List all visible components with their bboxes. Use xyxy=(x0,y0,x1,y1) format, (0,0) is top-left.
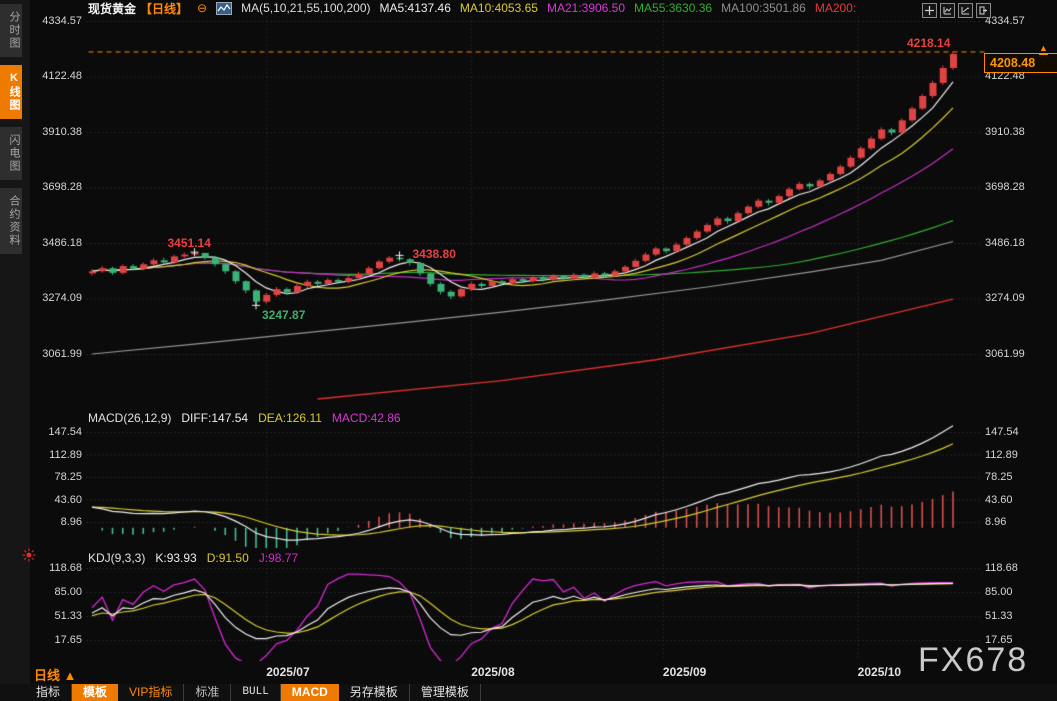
kdj-header: KDJ(9,3,3) K:93.93 D:91.50 J:98.77 xyxy=(88,551,298,565)
price-axis-label: 3910.38 xyxy=(28,126,82,138)
price-axis-label: 3061.99 xyxy=(28,348,82,360)
toolbar-item-另存模板[interactable]: 另存模板 xyxy=(339,684,410,701)
window-toolbar xyxy=(922,3,991,18)
macd-axis-label: 43.60 xyxy=(28,494,82,506)
sidebar-tab-K线图[interactable]: K线图 xyxy=(0,65,22,119)
kdj-axis-label: 85.00 xyxy=(28,586,82,598)
period-tag[interactable]: 【日线】 xyxy=(140,0,188,17)
price-annotation: 3451.14 xyxy=(168,236,211,250)
price-axis-label: 3061.99 xyxy=(985,348,1039,360)
macd-axis-label: 147.54 xyxy=(985,426,1039,438)
left-sidebar: 分时图 K线图闪电图合约资料 xyxy=(0,0,30,684)
kdj-axis-label: 85.00 xyxy=(985,586,1039,598)
chart-canvas[interactable] xyxy=(0,0,1057,684)
toolbar-item-指标[interactable]: 指标 xyxy=(25,684,72,701)
collapse-icon[interactable]: ⊖ xyxy=(197,3,207,13)
macd-axis-label: 112.89 xyxy=(28,449,82,461)
macd-diff-value: DIFF:147.54 xyxy=(181,411,248,425)
chart-type-icon[interactable] xyxy=(216,2,232,15)
sidebar-tab-合约资料[interactable]: 合约资料 xyxy=(0,188,22,254)
kdj-axis-label: 118.68 xyxy=(985,562,1039,574)
ma-values: MA5:4137.46 MA10:4053.65 MA21:3906.50 MA55:… xyxy=(380,1,857,15)
macd-axis-label: 112.89 xyxy=(985,449,1039,461)
toolbar-item-模板[interactable]: 模板 xyxy=(72,684,118,701)
price-axis-label: 4334.57 xyxy=(985,15,1039,27)
drawing-pane-icon[interactable] xyxy=(958,3,973,18)
detach-window-icon[interactable] xyxy=(976,3,991,18)
ma-value: MA100:3501.86 xyxy=(721,1,806,15)
sidebar-tab-分时图[interactable]: 分时图 xyxy=(0,4,22,57)
kdj-k-value: K:93.93 xyxy=(155,551,196,565)
chart-header: 现货黄金 【日线】 ⊖ MA(5,10,21,55,100,200) MA5:4… xyxy=(88,1,856,15)
x-axis-date: 2025/10 xyxy=(858,665,901,679)
kdj-axis-label: 51.33 xyxy=(28,610,82,622)
bottom-toolbar: 指标模板VIP指标标准BULLMACD另存模板管理模板 xyxy=(0,684,1057,701)
ma-value: MA5:4137.46 xyxy=(380,1,451,15)
kdj-d-value: D:91.50 xyxy=(207,551,249,565)
kdj-axis-label: 118.68 xyxy=(28,562,82,574)
macd-axis-label: 8.96 xyxy=(985,516,1039,528)
macd-axis-label: 78.25 xyxy=(28,471,82,483)
ma-value: MA200: xyxy=(815,1,856,15)
price-axis-label: 3698.28 xyxy=(985,181,1039,193)
toolbar-item-VIP指标[interactable]: VIP指标 xyxy=(118,684,184,701)
price-annotation: 3438.80 xyxy=(413,247,456,261)
price-axis-label: 3486.18 xyxy=(28,237,82,249)
indicator-pane-icon[interactable] xyxy=(940,3,955,18)
x-axis-date: 2025/07 xyxy=(266,665,309,679)
sidebar-tab-闪电图[interactable]: 闪电图 xyxy=(0,127,22,180)
price-annotation: 4218.14 xyxy=(907,36,950,50)
price-axis-label: 3274.09 xyxy=(985,292,1039,304)
price-axis-label: 3486.18 xyxy=(985,237,1039,249)
x-axis-date: 2025/09 xyxy=(663,665,706,679)
price-axis-label: 3910.38 xyxy=(985,126,1039,138)
price-annotation: 3247.87 xyxy=(262,308,305,322)
toolbar-item-标准[interactable]: 标准 xyxy=(184,684,231,701)
last-price-box: 4208.48 xyxy=(984,53,1057,73)
price-axis-label: 3274.09 xyxy=(28,292,82,304)
price-axis-label: 3698.28 xyxy=(28,181,82,193)
toolbar-item-管理模板[interactable]: 管理模板 xyxy=(410,684,481,701)
price-axis-label: 4122.48 xyxy=(28,70,82,82)
ma-value: MA10:4053.65 xyxy=(460,1,538,15)
macd-params-label[interactable]: MACD(26,12,9) xyxy=(88,411,171,425)
macd-header: MACD(26,12,9) DIFF:147.54 DEA:126.11 MAC… xyxy=(88,411,401,425)
alert-sun-icon[interactable] xyxy=(22,548,36,567)
macd-dea-value: DEA:126.11 xyxy=(258,411,322,425)
ma-value: MA55:3630.36 xyxy=(634,1,712,15)
macd-axis-label: 147.54 xyxy=(28,426,82,438)
period-selector[interactable]: 日线 ▲ xyxy=(34,665,76,684)
macd-axis-label: 43.60 xyxy=(985,494,1039,506)
symbol-name: 现货黄金 xyxy=(88,0,136,17)
price-up-arrow-icon: ▲ xyxy=(1039,44,1048,55)
watermark-logo: FX678 xyxy=(918,641,1028,680)
ma-value: MA21:3906.50 xyxy=(547,1,625,15)
macd-axis-label: 8.96 xyxy=(28,516,82,528)
kdj-axis-label: 17.65 xyxy=(28,634,82,646)
kdj-params-label[interactable]: KDJ(9,3,3) xyxy=(88,551,145,565)
move-icon[interactable] xyxy=(922,3,937,18)
toolbar-item-MACD[interactable]: MACD xyxy=(281,684,339,701)
kdj-axis-label: 51.33 xyxy=(985,610,1039,622)
toolbar-item-BULL[interactable]: BULL xyxy=(231,684,280,701)
ma-settings-label: MA(5,10,21,55,100,200) xyxy=(241,1,370,15)
macd-macd-value: MACD:42.86 xyxy=(332,411,401,425)
macd-axis-label: 78.25 xyxy=(985,471,1039,483)
price-axis-label: 4334.57 xyxy=(28,15,82,27)
kdj-j-value: J:98.77 xyxy=(259,551,298,565)
chart-application-window: 分时图 K线图闪电图合约资料 现货黄金 【日线】 ⊖ MA(5,10,21,55,… xyxy=(0,0,1057,701)
x-axis-date: 2025/08 xyxy=(471,665,514,679)
